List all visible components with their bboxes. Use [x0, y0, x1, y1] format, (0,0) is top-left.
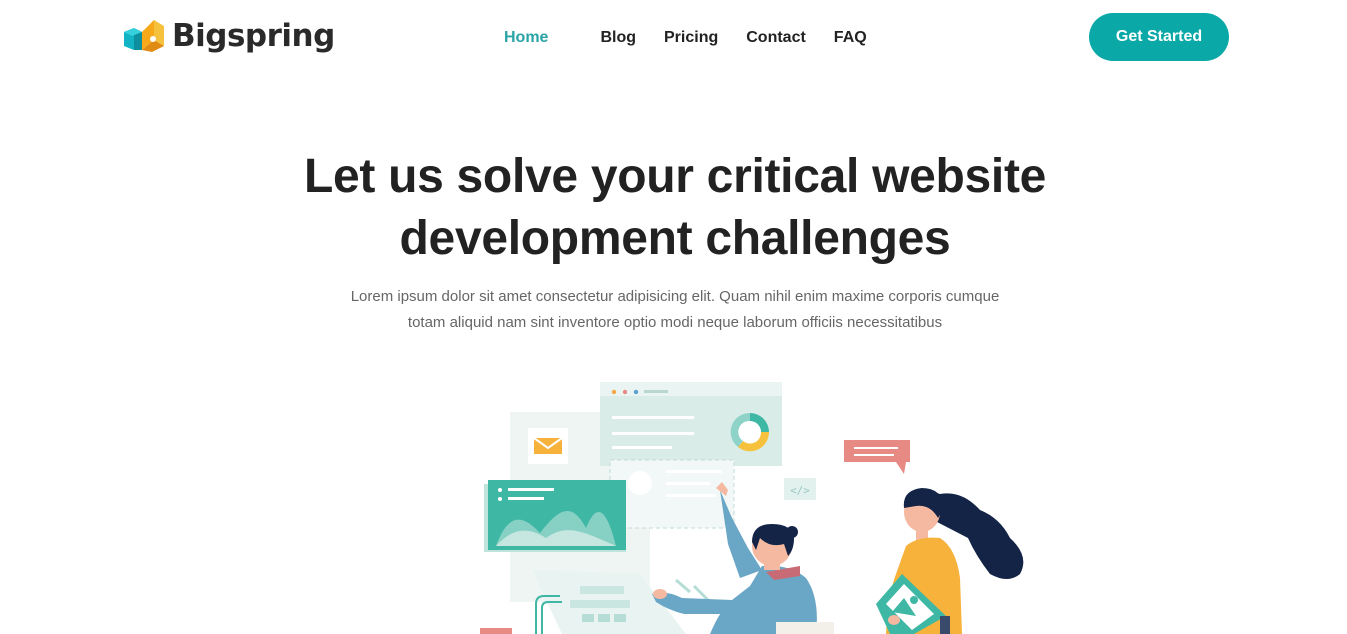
hero-illustration: </>: [480, 382, 1024, 634]
main-nav: Home Blog Pricing Contact FAQ: [490, 26, 881, 50]
nav-item-contact[interactable]: Contact: [732, 26, 820, 50]
browser-window-graphic: [600, 382, 782, 466]
envelope-icon: [528, 428, 568, 464]
nav-item-home[interactable]: Home: [490, 26, 586, 50]
hero-title: Let us solve your critical website devel…: [250, 146, 1100, 270]
get-started-button[interactable]: Get Started: [1089, 13, 1229, 61]
code-tag-icon: </>: [790, 484, 810, 497]
speech-bubble-icon: [844, 440, 910, 474]
hero-title-line-2: development challenges: [399, 212, 951, 265]
brand-logo[interactable]: Bigspring: [122, 16, 335, 56]
site-header: Bigspring Home Blog Pricing Contact FAQ …: [0, 0, 1347, 76]
nav-item-faq[interactable]: FAQ: [820, 26, 881, 50]
woman-figure-graphic: [876, 488, 1024, 634]
hero-subtitle-line-2: totam aliquid nam sint inventore optio m…: [407, 314, 943, 331]
brand-name: Bigspring: [172, 18, 335, 54]
nav-item-blog[interactable]: Blog: [586, 26, 650, 50]
hero-subtitle-line-1: Lorem ipsum dolor sit amet consectetur a…: [350, 288, 1000, 305]
hero-subtitle: Lorem ipsum dolor sit amet consectetur a…: [320, 284, 1030, 336]
nav-item-pricing[interactable]: Pricing: [650, 26, 732, 50]
hero-title-line-1: Let us solve your critical website: [303, 150, 1047, 203]
bigspring-logo-icon: [124, 20, 164, 52]
analytics-panel-graphic: [484, 480, 626, 552]
